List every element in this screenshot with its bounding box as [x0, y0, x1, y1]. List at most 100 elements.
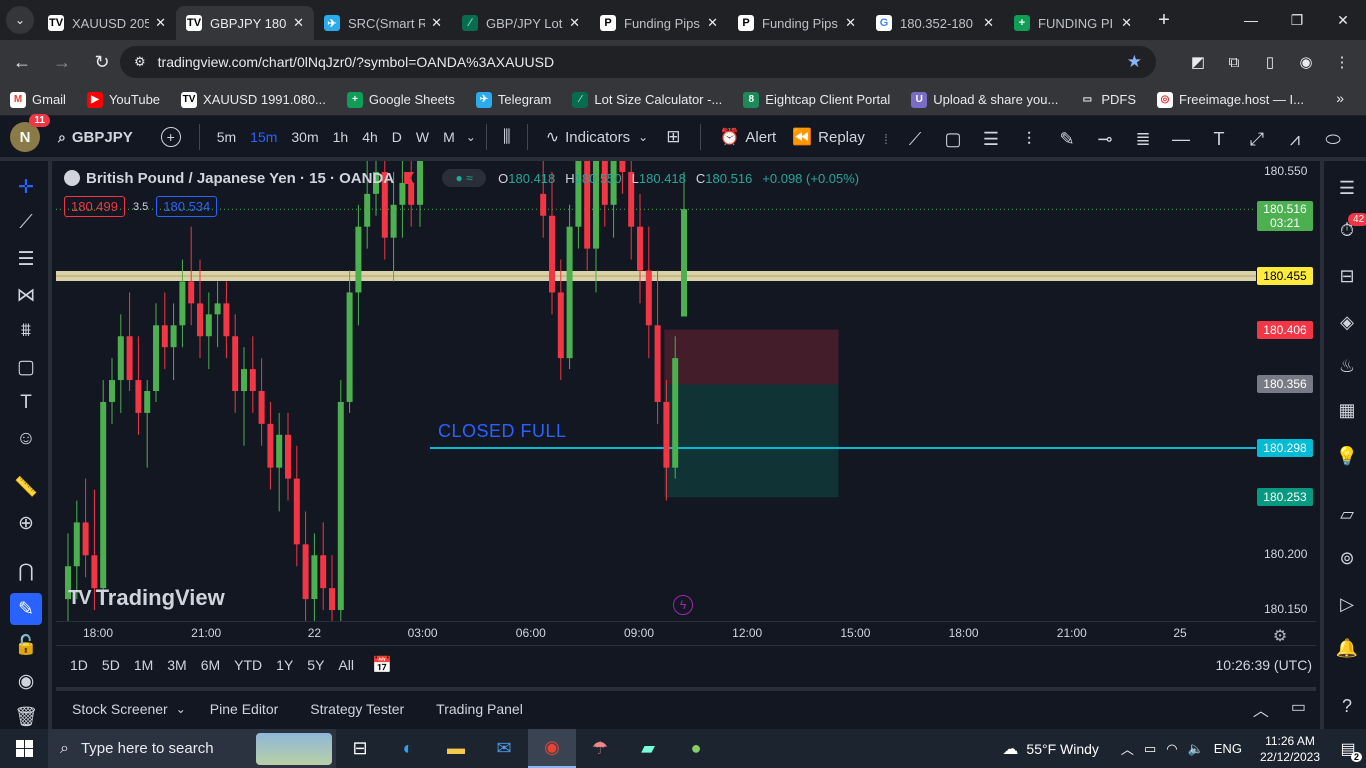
browser-tab[interactable]: TV GBPJPY 180.5 ✕ — [176, 6, 314, 40]
fib-retracement-icon[interactable]: ☰ — [972, 129, 1010, 150]
trash-icon[interactable]: 🗑 — [10, 707, 42, 728]
lock-icon[interactable]: 🔓 — [10, 629, 42, 661]
ruler-icon[interactable]: 📏 — [10, 471, 42, 503]
interval-4h[interactable]: 4h — [362, 129, 378, 145]
ideas-lightbulb-icon[interactable]: 💡 — [1332, 441, 1362, 471]
interval-D[interactable]: D — [392, 129, 402, 145]
bookmark-item[interactable]: TV XAUUSD 1991.080... — [181, 91, 326, 108]
range-All[interactable]: All — [338, 657, 354, 673]
range-6M[interactable]: 6M — [201, 657, 220, 673]
utc-clock[interactable]: 10:26:39 (UTC) — [1216, 657, 1312, 673]
crosshair-icon[interactable]: ✛ — [10, 171, 42, 203]
extension-icon[interactable]: ◩ — [1180, 44, 1216, 80]
bookmark-item[interactable]: ▭ PDFS — [1079, 91, 1136, 108]
maximize-panel-icon[interactable]: ▭ — [1291, 697, 1306, 721]
parallel-channel-icon[interactable]: ⫶ — [1010, 129, 1048, 150]
battery-icon[interactable]: ▭ — [1144, 741, 1156, 757]
minimize-icon[interactable]: — — [1228, 0, 1274, 40]
price-label[interactable]: 180.356 — [1257, 375, 1313, 394]
chat-icon[interactable]: ▱ — [1332, 499, 1362, 529]
bottom-tab[interactable]: Trading Panel — [436, 701, 523, 717]
browser-menu-icon[interactable]: ⋮ — [1324, 44, 1360, 80]
restore-icon[interactable]: ❐ — [1274, 0, 1320, 40]
tab-close-icon[interactable]: ✕ — [1121, 15, 1132, 31]
rectangle-icon[interactable]: ▢ — [934, 129, 972, 150]
user-avatar[interactable]: N 11 — [10, 114, 50, 152]
bookmark-item[interactable]: ✈ Telegram — [475, 91, 551, 108]
object-tree-icon[interactable]: ⊟ — [1332, 261, 1362, 291]
layers-icon[interactable]: ◈ — [1332, 307, 1362, 337]
chart-pane[interactable]: British Pound / Japanese Yen · 15 · OAND… — [56, 161, 1316, 645]
side-panel-icon[interactable]: ▯ — [1252, 44, 1288, 80]
flag-marker-icon[interactable] — [404, 172, 415, 184]
forward-button[interactable]: → — [44, 44, 80, 80]
interval-M[interactable]: M — [443, 129, 455, 145]
close-window-icon[interactable]: ✕ — [1320, 0, 1366, 40]
bookmark-item[interactable]: ◎ Freeimage.host — I... — [1157, 91, 1304, 108]
emoji-tool-icon[interactable]: ☺ — [10, 423, 42, 455]
magnet-icon[interactable]: ⋂ — [10, 555, 42, 587]
tab-close-icon[interactable]: ✕ — [707, 15, 718, 31]
indicators-button[interactable]: ∿ Indicators — [546, 127, 630, 147]
compare-add-icon[interactable]: + — [160, 127, 181, 147]
profile-avatar[interactable]: ◉ — [1288, 44, 1324, 80]
collapse-panel-icon[interactable]: ︿ — [1253, 697, 1269, 721]
candle-style-icon[interactable]: ⫼ — [503, 127, 511, 147]
new-tab-button[interactable]: + — [1150, 6, 1178, 34]
range-1D[interactable]: 1D — [70, 657, 88, 673]
task-view-icon[interactable]: ⊟ — [336, 729, 384, 768]
browser-tab[interactable]: TV XAUUSD 205 ✕ — [38, 6, 176, 40]
bookmark-item[interactable]: ▶ YouTube — [86, 91, 160, 108]
chart-title[interactable]: British Pound / Japanese Yen · 15 · OAND… — [86, 170, 394, 187]
bottom-tab[interactable]: Strategy Tester — [310, 701, 404, 717]
sell-button[interactable]: 180.499 — [64, 196, 125, 217]
interval-1h[interactable]: 1h — [333, 129, 349, 145]
tab-search-button[interactable]: ⌄ — [6, 6, 34, 34]
closed-full-annotation[interactable]: CLOSED FULL — [438, 421, 567, 442]
screener-dropdown-icon[interactable]: ⌄ — [176, 702, 186, 716]
cursor-cross-icon[interactable]: ⌶ — [1352, 129, 1366, 150]
clock-date[interactable]: 11:26 AM 22/12/2023 — [1260, 733, 1320, 765]
extensions-puzzle-icon[interactable]: ⧉ — [1216, 44, 1252, 80]
weather-widget[interactable]: ☁ 55°F Windy — [1002, 739, 1099, 759]
app-icon-parachute[interactable]: ☂ — [576, 729, 624, 768]
drag-handle-icon[interactable]: ⁞ — [876, 131, 896, 147]
address-bar[interactable]: ⚙ tradingview.com/chart/0lNqJzr0/?symbol… — [120, 46, 1156, 78]
range-1M[interactable]: 1M — [134, 657, 153, 673]
trendline-icon[interactable]: ⟋ — [896, 129, 934, 150]
app-icon-tablet[interactable]: ▰ — [624, 729, 672, 768]
tab-close-icon[interactable]: ✕ — [155, 15, 166, 31]
eye-icon[interactable]: ◉ — [10, 665, 42, 697]
reload-button[interactable]: ↻ — [84, 44, 120, 80]
browser-tab[interactable]: G 180.352-180 ✕ — [866, 6, 1004, 40]
go-to-date-icon[interactable]: 📅 — [372, 655, 392, 675]
volume-icon[interactable]: 🔈 — [1188, 741, 1204, 757]
price-axis[interactable]: 180.550 180.200 180.150 180.516 03:21 180.45… — [1256, 161, 1316, 621]
browser-tab[interactable]: ∕ GBP/JPY Lot ✕ — [452, 6, 590, 40]
windows-start-button[interactable] — [0, 729, 48, 768]
site-info-icon[interactable]: ⚙ — [134, 54, 146, 70]
watchlist-icon[interactable]: ☰ — [1332, 173, 1362, 203]
lightning-event-icon[interactable]: ϟ — [673, 595, 693, 615]
stay-in-drawing-mode-icon[interactable]: ✎ — [10, 593, 42, 625]
browser-tab[interactable]: P Funding Pips ✕ — [590, 6, 728, 40]
price-label[interactable]: 180.455 — [1257, 267, 1313, 285]
symbol-search[interactable]: ⌕ GBPJPY — [58, 129, 133, 146]
brush-icon[interactable]: ✎ — [1048, 129, 1086, 150]
price-label[interactable]: 180.298 — [1257, 438, 1313, 457]
app-icon-metatrader[interactable]: ● — [672, 729, 720, 768]
bottom-tab[interactable]: Stock Screener — [72, 701, 168, 717]
tab-close-icon[interactable]: ✕ — [845, 15, 856, 31]
replay-button[interactable]: ⏪ Replay — [792, 127, 865, 147]
chart-settings-gear-icon[interactable]: ⚙ — [1273, 626, 1287, 646]
bookmark-star-icon[interactable]: ★ — [1127, 52, 1142, 72]
file-explorer-icon[interactable]: ▬ — [432, 729, 480, 768]
edge-icon[interactable]: ◐ — [384, 729, 432, 768]
language-indicator[interactable]: ENG — [1214, 741, 1242, 756]
tab-close-icon[interactable]: ✕ — [983, 15, 994, 31]
range-3M[interactable]: 3M — [167, 657, 186, 673]
chrome-icon[interactable]: ◉ — [528, 729, 576, 768]
interval-5m[interactable]: 5m — [217, 129, 236, 145]
ray-icon[interactable]: ⤢ — [1238, 129, 1276, 150]
price-label[interactable]: 180.406 — [1257, 320, 1313, 339]
